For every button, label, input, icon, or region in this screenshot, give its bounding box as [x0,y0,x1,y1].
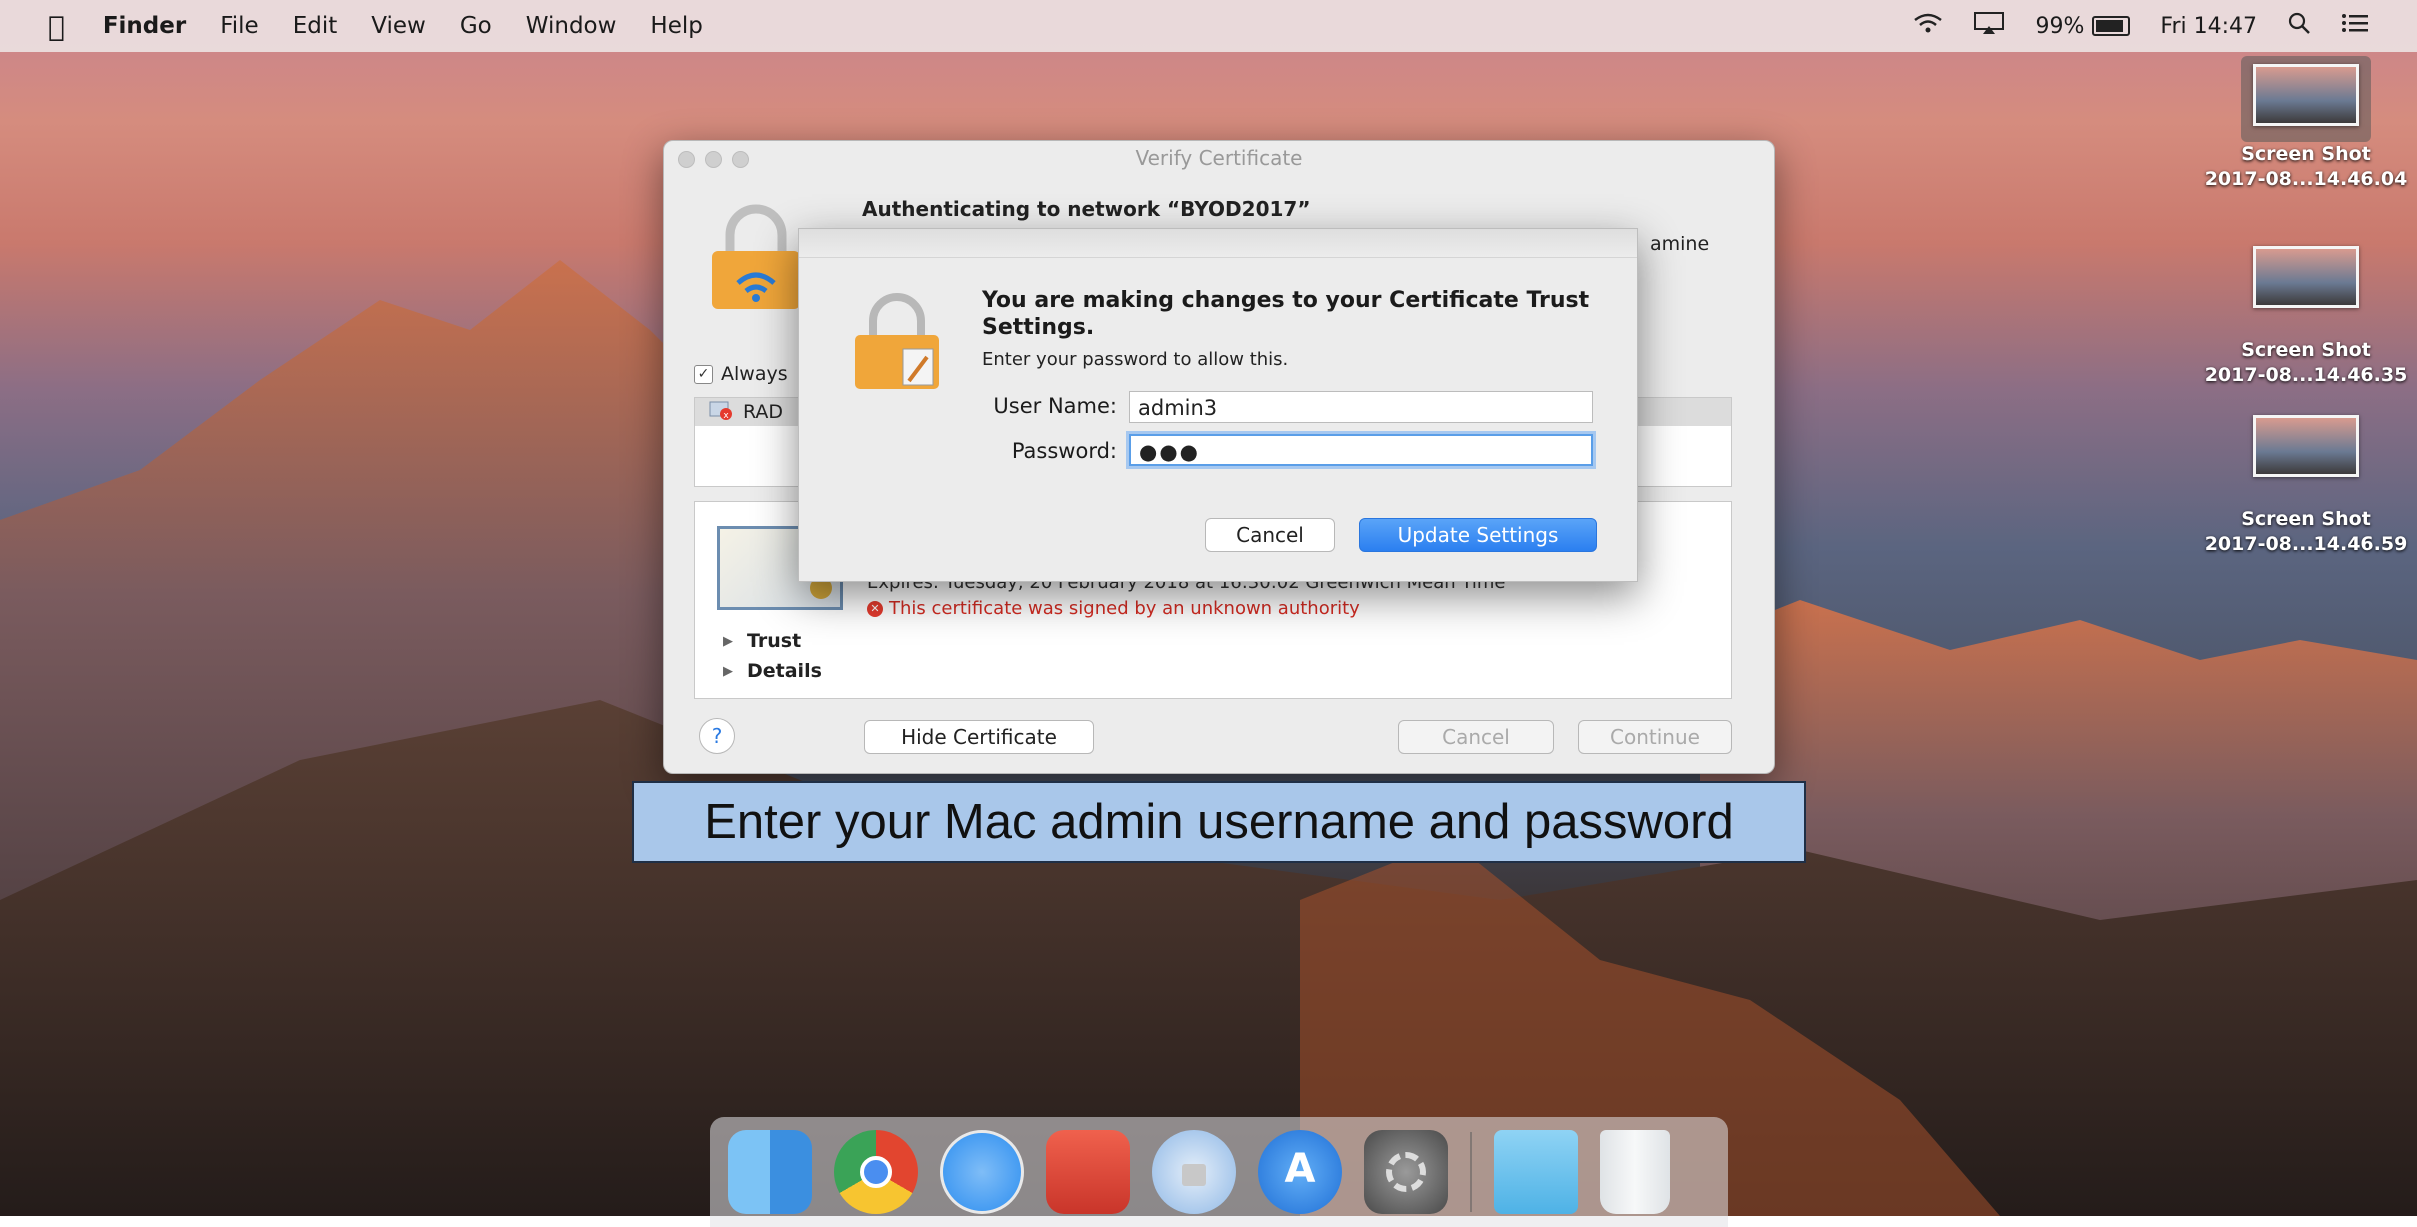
spotlight-search-icon[interactable] [2287,11,2311,41]
menu-window[interactable]: Window [526,13,617,39]
keychain-icon[interactable] [1152,1130,1236,1214]
system-preferences-icon[interactable] [1364,1130,1448,1214]
menu-edit[interactable]: Edit [293,13,338,39]
menu-view[interactable]: View [371,13,426,39]
trust-disclosure[interactable]: ▶ Trust [723,630,801,652]
auth-network-title: Authenticating to network “BYOD2017” [862,197,1311,221]
continue-button[interactable]: Continue [1578,720,1732,754]
finder-icon[interactable] [728,1130,812,1214]
screenshot-thumbnail [2253,64,2359,126]
error-icon: ✕ [867,600,883,617]
downloads-folder-icon[interactable] [1494,1130,1578,1214]
dock: A [710,1117,1728,1227]
details-label: Details [747,660,822,682]
checkmark-icon[interactable]: ✓ [694,364,713,384]
cancel-button[interactable]: Cancel [1205,518,1335,552]
file-name-line1: Screen Shot [2241,339,2371,361]
wifi-lock-icon [712,204,800,309]
battery-percent: 99% [2035,13,2085,39]
always-trust-label: Always [721,363,788,385]
screenshot-thumbnail [2253,415,2359,477]
username-label: User Name: [993,394,1117,418]
password-label: Password: [1011,439,1117,463]
svg-text:x: x [723,411,729,420]
always-trust-checkbox[interactable]: ✓ Always [694,363,788,385]
password-field[interactable]: ●●● [1129,434,1593,466]
help-button[interactable]: ? [699,718,735,754]
minimize-window-button[interactable] [705,151,722,168]
desktop-file-screenshot-1[interactable]: Screen Shot 2017-08...14.46.04 [2201,56,2411,192]
update-settings-button[interactable]: Update Settings [1359,518,1597,552]
menu-go[interactable]: Go [460,13,492,39]
zoom-window-button[interactable] [732,151,749,168]
wifi-icon[interactable] [1913,12,1943,40]
dialog-headline: You are making changes to your Certifica… [982,288,1590,340]
menu-bar:  Finder File Edit View Go Window Help 9… [0,0,2417,52]
window-titlebar[interactable]: Verify Certificate [664,141,1774,175]
cancel-button[interactable]: Cancel [1398,720,1554,754]
close-window-button[interactable] [678,151,695,168]
battery-icon[interactable] [2092,16,2131,36]
examine-text-fragment: amine [1650,233,1710,255]
dialog-top-strip [799,229,1637,258]
dock-separator [1470,1132,1472,1212]
remote-desktop-icon[interactable] [1046,1130,1130,1214]
admin-password-dialog: You are making changes to your Certifica… [798,228,1638,582]
hide-certificate-button[interactable]: Hide Certificate [864,720,1094,754]
notification-center-icon[interactable] [2341,12,2369,40]
clock[interactable]: Fri 14:47 [2160,14,2257,39]
file-name-line1: Screen Shot [2241,143,2371,165]
safari-icon[interactable] [940,1130,1024,1214]
menu-file[interactable]: File [220,13,259,39]
chrome-icon[interactable] [834,1130,918,1214]
list-item-label: RAD [743,401,784,423]
details-disclosure[interactable]: ▶ Details [723,660,822,682]
file-name-line1: Screen Shot [2241,508,2371,530]
desktop-file-screenshot-3[interactable]: Screen Shot 2017-08...14.46.59 [2201,415,2411,557]
screenshot-thumbnail [2253,246,2359,308]
untrusted-error-message: ✕ This certificate was signed by an unkn… [867,598,1360,619]
airplay-icon[interactable] [1973,11,2005,41]
instruction-caption: Enter your Mac admin username and passwo… [632,781,1806,863]
trash-icon[interactable] [1600,1130,1670,1214]
app-store-icon[interactable]: A [1258,1130,1342,1214]
file-name-line2: 2017-08...14.46.35 [2204,364,2408,386]
certificate-error-icon: x [709,400,733,425]
desktop-file-screenshot-2[interactable]: Screen Shot 2017-08...14.46.35 [2201,246,2411,388]
username-field[interactable]: admin3 [1129,391,1593,423]
file-name-line2: 2017-08...14.46.59 [2204,533,2408,555]
window-title: Verify Certificate [1135,146,1303,170]
file-name-line2: 2017-08...14.46.04 [2204,168,2408,190]
disclosure-triangle-icon[interactable]: ▶ [723,634,733,649]
error-text: This certificate was signed by an unknow… [889,598,1360,619]
security-lock-icon [855,293,939,389]
disclosure-triangle-icon[interactable]: ▶ [723,664,733,679]
menu-finder[interactable]: Finder [103,13,186,39]
apple-menu-icon[interactable]:  [48,10,65,43]
trust-label: Trust [747,630,802,652]
menu-help[interactable]: Help [650,13,702,39]
dialog-subtitle: Enter your password to allow this. [982,349,1289,370]
